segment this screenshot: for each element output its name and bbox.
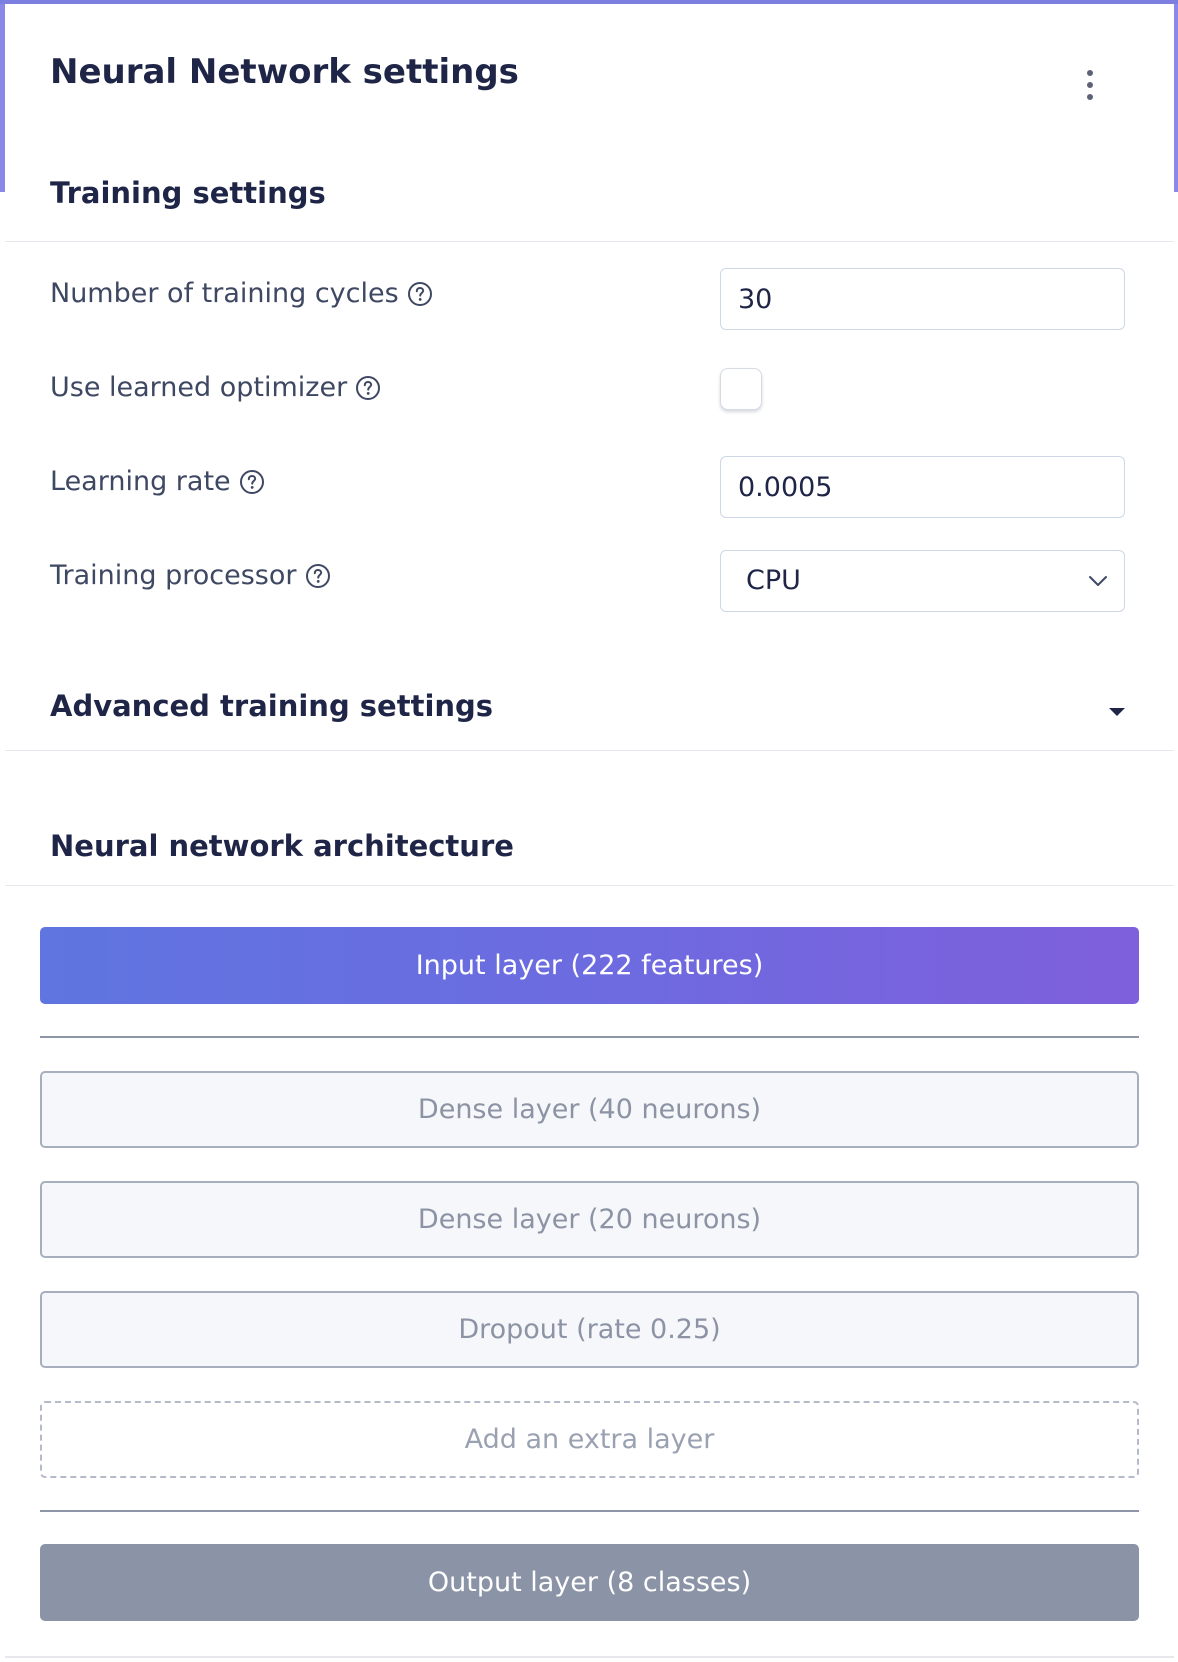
architecture-separator [40,1510,1139,1512]
training-settings-title: Training settings [50,176,326,210]
dropout-layer[interactable]: Dropout (rate 0.25) [40,1291,1139,1368]
section-divider [5,750,1174,751]
architecture-title: Neural network architecture [50,829,514,863]
kebab-menu-icon[interactable] [1085,70,1095,100]
training-cycles-label-text: Number of training cycles [50,278,399,309]
learned-optimizer-checkbox[interactable] [720,368,762,410]
card-accent-right [1174,4,1178,192]
kebab-dot [1087,70,1093,76]
page-title: Neural Network settings [50,52,519,92]
dense-layer[interactable]: Dense layer (40 neurons) [40,1071,1139,1148]
training-processor-label-text: Training processor [50,560,297,591]
learning-rate-label: Learning rate [50,466,265,497]
question-circle-icon[interactable] [407,281,433,307]
learned-optimizer-label: Use learned optimizer [50,372,381,403]
chevron-down-icon [1088,573,1108,589]
training-processor-select[interactable]: CPU [720,550,1125,612]
question-circle-icon[interactable] [239,469,265,495]
training-cycles-label: Number of training cycles [50,278,433,309]
question-circle-icon[interactable] [305,563,331,589]
neural-network-settings-card: Neural Network settings Training setting… [0,0,1178,1662]
training-processor-value: CPU [746,565,801,596]
question-circle-icon[interactable] [355,375,381,401]
training-cycles-input[interactable] [720,268,1125,330]
input-layer[interactable]: Input layer (222 features) [40,927,1139,1004]
kebab-dot [1087,82,1093,88]
learned-optimizer-label-text: Use learned optimizer [50,372,348,403]
learning-rate-input[interactable] [720,456,1125,518]
training-processor-label: Training processor [50,560,331,591]
learning-rate-label-text: Learning rate [50,466,231,497]
section-divider [5,241,1174,242]
section-divider [5,1656,1174,1658]
kebab-dot [1087,94,1093,100]
add-layer-button[interactable]: Add an extra layer [40,1401,1139,1478]
dense-layer[interactable]: Dense layer (20 neurons) [40,1181,1139,1258]
output-layer[interactable]: Output layer (8 classes) [40,1544,1139,1621]
caret-down-icon[interactable] [1108,707,1126,717]
section-divider [5,885,1174,886]
architecture-separator [40,1036,1139,1038]
advanced-training-settings-toggle[interactable]: Advanced training settings [50,689,493,723]
